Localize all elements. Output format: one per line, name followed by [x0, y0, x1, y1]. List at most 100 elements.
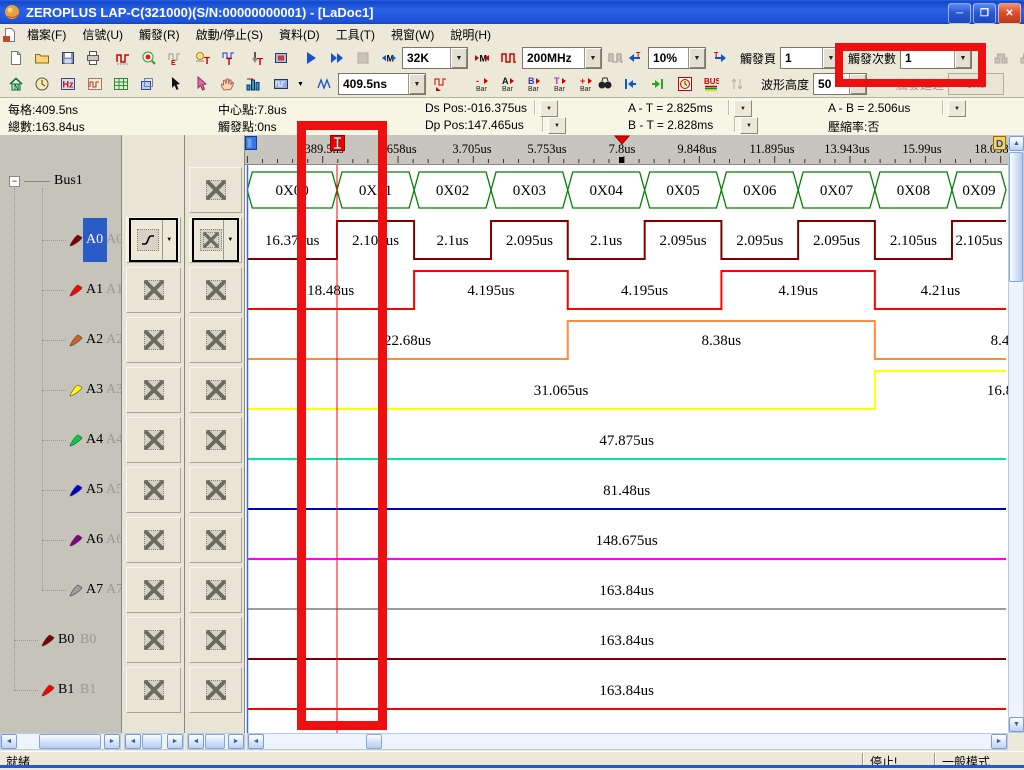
filter-cell-A6[interactable]	[189, 517, 242, 563]
channel-label-A4[interactable]: A4	[86, 432, 103, 448]
sample-rate-combo[interactable]: 200MHz▼	[522, 47, 602, 69]
filter-cell-A3[interactable]	[189, 367, 242, 413]
select-cursor-button[interactable]	[162, 73, 187, 95]
vertical-scroll-thumb[interactable]	[1009, 152, 1023, 282]
trigger-pulse-button[interactable]: T	[216, 47, 241, 69]
next-trigger-button[interactable]: T	[707, 47, 732, 69]
device-button[interactable]	[268, 47, 293, 69]
filter-cell-B1[interactable]	[189, 667, 242, 713]
chevron-down-icon[interactable]: ▼	[162, 220, 176, 260]
list-view-button[interactable]	[108, 73, 133, 95]
info-dropdown-button[interactable]: ▼	[740, 117, 758, 134]
chevron-down-icon[interactable]: ▼	[408, 74, 425, 94]
trigger-level-button[interactable]: T	[190, 47, 215, 69]
scroll-right-arrow[interactable]: ►	[104, 734, 120, 749]
horizontal-scroll-thumb[interactable]	[366, 734, 382, 749]
run-button[interactable]	[298, 47, 323, 69]
info-dropdown-button[interactable]: ▼	[734, 100, 752, 117]
minimize-button[interactable]: ─	[948, 3, 971, 24]
menu-item-2[interactable]: 信號(U)	[74, 24, 131, 45]
scroll-up-arrow[interactable]: ▲	[1009, 136, 1024, 151]
tree-collapse-button[interactable]: −	[9, 176, 20, 187]
a-bar-button[interactable]: ABar	[496, 73, 521, 95]
pulse-cursor-button[interactable]	[427, 73, 452, 95]
menu-item-4[interactable]: 啟動/停止(S)	[188, 24, 271, 45]
chevron-down-icon[interactable]: ▼	[822, 48, 839, 68]
timing-button[interactable]	[29, 73, 54, 95]
save-button[interactable]	[55, 47, 80, 69]
trigger-cell-B1[interactable]	[126, 667, 181, 713]
waveform-view-button[interactable]	[82, 73, 107, 95]
timer-button[interactable]	[672, 73, 697, 95]
goto-prev-edge-button[interactable]	[618, 73, 643, 95]
menu-item-7[interactable]: 視窗(W)	[383, 24, 442, 45]
info-dropdown-button[interactable]: ▼	[548, 117, 566, 134]
trigger-cell-A5[interactable]	[126, 467, 181, 513]
channel-label-A2[interactable]: A2	[86, 332, 103, 348]
filter-cell-B0[interactable]	[189, 617, 242, 663]
channel-pen-icon[interactable]	[68, 332, 84, 348]
bar-chart-button[interactable]	[240, 73, 265, 95]
channel-setup-button[interactable]	[136, 47, 161, 69]
chevron-down-icon[interactable]: ▼	[450, 48, 467, 68]
open-button[interactable]	[29, 47, 54, 69]
filter-cell-A0[interactable]: ▼	[189, 217, 242, 263]
restore-button[interactable]: ❐	[973, 3, 996, 24]
scroll-right-arrow[interactable]: ►	[167, 734, 183, 749]
menu-item-5[interactable]: 資料(D)	[271, 24, 328, 45]
trigger-probe-button[interactable]: T	[242, 47, 267, 69]
chevron-down-icon[interactable]: ▼	[294, 81, 307, 88]
sample-clock-button[interactable]	[496, 47, 521, 69]
stop-button[interactable]	[350, 47, 375, 69]
chevron-down-icon[interactable]: ▼	[849, 74, 866, 94]
channel-label-A6[interactable]: A6	[86, 532, 103, 548]
horizontal-scroll-thumb[interactable]	[205, 734, 225, 749]
chevron-down-icon[interactable]: ▼	[954, 48, 971, 68]
scroll-left-arrow[interactable]: ◄	[188, 734, 204, 749]
repeat-run-button[interactable]	[324, 47, 349, 69]
channel-label-B0[interactable]: B0	[58, 632, 74, 648]
find-button[interactable]	[592, 73, 617, 95]
trigger-cell-A4[interactable]	[126, 417, 181, 463]
hand-tool-button[interactable]	[214, 73, 239, 95]
channel-label-A7[interactable]: A7	[86, 582, 103, 598]
trigger-column-scrollbar[interactable]: ◄►	[124, 733, 184, 750]
menu-item-1[interactable]: 檔案(F)	[19, 24, 74, 45]
filter-cell-A1[interactable]	[189, 267, 242, 313]
swap-button[interactable]	[724, 73, 749, 95]
menu-item-8[interactable]: 說明(H)	[442, 24, 499, 45]
chevron-down-icon[interactable]: ▼	[688, 48, 705, 68]
navigator-button[interactable]	[134, 73, 159, 95]
bus-setup-button[interactable]: BUS	[698, 73, 723, 95]
filter-cell-bus[interactable]	[189, 167, 242, 213]
scroll-down-arrow[interactable]: ▼	[1009, 717, 1024, 732]
scroll-left-arrow[interactable]: ◄	[248, 734, 264, 749]
stack-panel-button[interactable]	[988, 47, 1013, 69]
scroll-left-arrow[interactable]: ◄	[1, 734, 17, 749]
waveform-scrollbar[interactable]: ◄►	[247, 733, 1008, 750]
zoom-percent-combo[interactable]: 10%▼	[648, 47, 706, 69]
scroll-right-arrow[interactable]: ►	[991, 734, 1007, 749]
channel-pen-icon[interactable]	[40, 682, 56, 698]
horizontal-scroll-thumb[interactable]	[39, 734, 101, 749]
channel-pen-icon[interactable]	[40, 632, 56, 648]
goto-next-edge-button[interactable]	[644, 73, 669, 95]
trigger-page-combo[interactable]: 1▼	[780, 47, 840, 69]
display-range-combo[interactable]: 409.5ns▼	[338, 73, 426, 95]
channel-pen-icon[interactable]	[68, 582, 84, 598]
channel-label-A3[interactable]: A3	[86, 382, 103, 398]
zoom-wave-button[interactable]	[312, 73, 337, 95]
trigger-cell-A6[interactable]	[126, 517, 181, 563]
frequency-button[interactable]: Hz	[55, 73, 80, 95]
info-dropdown-button[interactable]: ▼	[948, 100, 966, 117]
channel-label-A0[interactable]: A0	[86, 232, 103, 248]
trigger-count-combo[interactable]: 1▼	[900, 47, 972, 69]
channel-pen-icon[interactable]	[68, 532, 84, 548]
print-button[interactable]	[80, 47, 105, 69]
chevron-down-icon[interactable]: ▼	[584, 48, 601, 68]
menu-item-3[interactable]: 觸發(R)	[131, 24, 188, 45]
home-button[interactable]: N	[3, 73, 28, 95]
menu-item-6[interactable]: 工具(T)	[328, 24, 383, 45]
note-cursor-button[interactable]	[188, 73, 213, 95]
scroll-right-arrow[interactable]: ►	[228, 734, 244, 749]
